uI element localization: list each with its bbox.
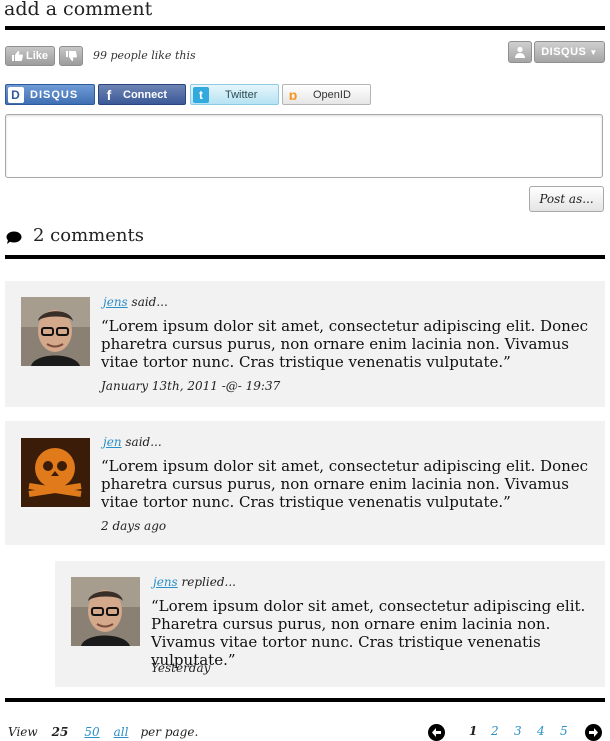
prev-page-button[interactable]	[428, 724, 445, 741]
comment-verb: replied...	[177, 575, 236, 589]
add-comment-heading: add a comment	[4, 0, 153, 20]
avatar[interactable]	[21, 438, 90, 507]
comment-author-link[interactable]: jens	[153, 575, 178, 589]
comment-date: 2 days ago	[101, 519, 167, 533]
comment-body: “Lorem ipsum dolor sit amet, consectetur…	[101, 457, 589, 511]
login-twitter-button[interactable]: t Twitter	[190, 84, 279, 105]
login-twitter-label: Twitter	[225, 88, 258, 101]
per-page-option-25[interactable]: 25	[52, 725, 69, 739]
comment-body: “Lorem ipsum dolor sit amet, consectetur…	[101, 317, 589, 371]
twitter-icon: t	[193, 86, 209, 103]
thumbs-up-icon	[11, 51, 23, 61]
next-page-button[interactable]	[585, 724, 602, 741]
like-button[interactable]: Like	[5, 46, 55, 66]
disqus-logo-icon: D	[8, 86, 24, 103]
page-current[interactable]: 1	[469, 724, 477, 738]
login-disqus-label: DISQUS	[30, 88, 79, 101]
comment-reply-item: jens replied... “Lorem ipsum dolor sit a…	[55, 561, 605, 687]
comment-item: jens said... “Lorem ipsum dolor sit amet…	[5, 281, 605, 407]
comments-divider	[5, 255, 605, 259]
comment-verb: said...	[121, 435, 162, 449]
like-count-text: 99 people like this	[93, 49, 196, 62]
login-disqus-button[interactable]: D DISQUS	[5, 84, 95, 105]
comment-date: January 13th, 2011 -@- 19:37	[101, 379, 281, 393]
disqus-menu-label: DISQUS	[541, 46, 587, 58]
footer-divider	[5, 698, 605, 702]
facebook-icon: f	[106, 86, 112, 103]
like-label: Like	[25, 50, 48, 62]
login-facebook-button[interactable]: f Connect	[98, 84, 186, 105]
comment-author-link[interactable]: jen	[103, 435, 122, 449]
dislike-button[interactable]	[59, 46, 83, 66]
speech-bubble-icon	[6, 231, 22, 244]
avatar[interactable]	[71, 577, 140, 646]
comment-author-line: jens replied...	[153, 575, 236, 589]
arrow-left-icon	[432, 728, 441, 737]
page-number: 1	[469, 724, 478, 738]
avatar[interactable]	[21, 297, 90, 366]
header-divider	[5, 26, 605, 30]
thumbs-down-icon	[65, 51, 77, 61]
user-icon	[515, 46, 525, 58]
comment-date: Yesterday	[151, 661, 211, 675]
login-openid-button[interactable]: ɒ OpenID	[282, 84, 371, 105]
comment-item: jen said... “Lorem ipsum dolor sit amet,…	[5, 421, 605, 545]
chevron-down-icon: ▼	[589, 47, 598, 57]
page-link[interactable]: 5	[560, 724, 568, 738]
comment-count-heading: 2 comments	[33, 225, 144, 246]
per-page-selector: View 25 50 all per page.	[8, 725, 198, 739]
comment-body: “Lorem ipsum dolor sit amet, consectetur…	[151, 597, 586, 669]
page-link[interactable]: 2	[491, 724, 499, 738]
arrow-right-icon	[589, 728, 598, 737]
page-link[interactable]: 3	[514, 724, 522, 738]
disqus-menu-button[interactable]: DISQUS ▼	[534, 41, 605, 63]
profile-button[interactable]	[508, 41, 532, 63]
openid-icon: ɒ	[288, 86, 298, 103]
page-link[interactable]: 4	[537, 724, 545, 738]
view-label: View	[8, 725, 38, 739]
post-as-button[interactable]: Post as...	[529, 186, 604, 212]
per-page-suffix: per page.	[140, 725, 199, 739]
login-openid-label: OpenID	[313, 88, 351, 101]
comment-author-line: jen said...	[103, 435, 162, 449]
comment-author-line: jens said...	[103, 295, 168, 309]
per-page-option-all[interactable]: all	[114, 725, 129, 739]
comment-author-link[interactable]: jens	[103, 295, 128, 309]
per-page-option-50[interactable]: 50	[84, 725, 99, 739]
comment-textarea[interactable]	[5, 114, 603, 178]
comment-verb: said...	[127, 295, 168, 309]
login-facebook-label: Connect	[123, 88, 167, 101]
